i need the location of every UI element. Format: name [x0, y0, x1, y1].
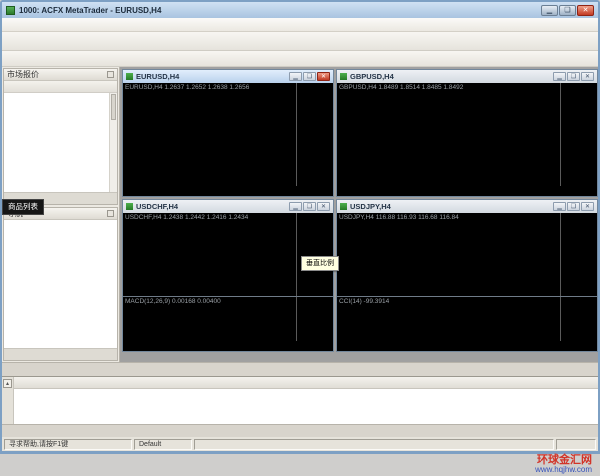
- menu-bar: [2, 18, 598, 32]
- app-icon: [6, 6, 15, 15]
- status-empty-segment: [194, 439, 554, 450]
- scrollbar[interactable]: [109, 93, 117, 192]
- chart-restore-button[interactable]: ❑: [567, 72, 580, 81]
- symbols-list-tooltip: 商品列表: [2, 199, 44, 215]
- market-watch-title-label: 市场报价: [7, 69, 39, 80]
- terminal-side-strip: ▴: [2, 377, 14, 424]
- collapse-button[interactable]: ▴: [3, 379, 12, 388]
- chart-close-button[interactable]: ✕: [581, 72, 594, 81]
- chart-icon: [340, 73, 347, 80]
- chart-window-titlebar[interactable]: USDJPY,H4 ▁ ❑ ✕: [337, 200, 597, 213]
- ohlc-readout: USDCHF,H4 1.2438 1.2442 1.2416 1.2434: [125, 214, 248, 221]
- indicator-readout: MACD(12,26,9) 0.00168 0.00400: [125, 298, 221, 305]
- chart-window-title: USDCHF,H4: [136, 202, 286, 211]
- desktop-background: 环球金汇网 www.hqjhw.com: [0, 454, 600, 476]
- chart-close-button[interactable]: ✕: [317, 72, 330, 81]
- candlestick-chart[interactable]: USDJPY,H4 116.88 116.93 116.68 116.84: [337, 213, 560, 296]
- candlestick-chart[interactable]: USDCHF,H4 1.2438 1.2442 1.2416 1.2434: [123, 213, 296, 296]
- toolbar-drawing: [2, 51, 598, 67]
- chart-tab-bar: [2, 362, 598, 376]
- price-axis[interactable]: [560, 83, 597, 186]
- status-profile[interactable]: Default: [134, 439, 192, 450]
- chart-window-usdjpy[interactable]: USDJPY,H4 ▁ ❑ ✕ USDJPY,H4 116.88 116.93 …: [336, 199, 598, 352]
- chart-window-titlebar[interactable]: USDCHF,H4 ▁ ❑ ✕: [123, 200, 333, 213]
- navigator-tabs: [4, 348, 117, 360]
- chart-restore-button[interactable]: ❑: [567, 202, 580, 211]
- chart-minimize-button[interactable]: ▁: [289, 202, 302, 211]
- navigator-tree: [4, 220, 117, 348]
- ohlc-readout: EURUSD,H4 1.2637 1.2652 1.2638 1.2656: [125, 84, 249, 91]
- price-axis[interactable]: [296, 213, 333, 296]
- indicator-readout: CCI(14) -99.3914: [339, 298, 389, 305]
- chart-close-button[interactable]: ✕: [581, 202, 594, 211]
- ohlc-readout: GBPUSD,H4 1.8489 1.8514 1.8485 1.8492: [339, 84, 463, 91]
- market-watch-panel: 市场报价: [3, 68, 118, 205]
- ohlc-readout: USDJPY,H4 116.88 116.93 116.68 116.84: [339, 214, 459, 221]
- status-help-text: 寻求帮助,请按F1键: [4, 439, 132, 450]
- mailbox-panel: ▴: [2, 376, 598, 424]
- mailbox-header: [14, 377, 598, 389]
- chart-window-usdchf[interactable]: USDCHF,H4 ▁ ❑ ✕ USDCHF,H4 1.2438 1.2442 …: [122, 199, 334, 352]
- vertical-scale-tooltip: 垂直比例: [301, 256, 339, 271]
- macd-indicator[interactable]: MACD(12,26,9) 0.00168 0.00400: [123, 297, 296, 341]
- chart-window-title: EURUSD,H4: [136, 72, 286, 81]
- close-button[interactable]: ✕: [577, 5, 594, 16]
- chart-icon: [126, 203, 133, 210]
- chart-minimize-button[interactable]: ▁: [553, 72, 566, 81]
- main-area: 市场报价 导航: [2, 67, 598, 362]
- title-bar[interactable]: 1000: ACFX MetaTrader - EURUSD,H4 ▁ ❑ ✕: [2, 2, 598, 18]
- candlestick-chart[interactable]: GBPUSD,H4 1.8489 1.8514 1.8485 1.8492: [337, 83, 560, 186]
- price-axis[interactable]: [560, 213, 597, 296]
- panel-menu-icon[interactable]: [107, 71, 114, 78]
- time-axis[interactable]: [123, 341, 296, 351]
- maximize-button[interactable]: ❑: [559, 5, 576, 16]
- screen: 1000: ACFX MetaTrader - EURUSD,H4 ▁ ❑ ✕ …: [0, 0, 600, 476]
- time-axis[interactable]: [337, 341, 560, 351]
- chart-window-gbpusd[interactable]: GBPUSD,H4 ▁ ❑ ✕ GBPUSD,H4 1.8489 1.8514 …: [336, 69, 598, 197]
- status-bar: 寻求帮助,请按F1键 Default: [2, 437, 598, 451]
- scrollbar-thumb[interactable]: [111, 94, 116, 120]
- chart-workspace: EURUSD,H4 ▁ ❑ ✕ EURUSD,H4 1.2637 1.2652 …: [120, 67, 598, 362]
- cci-indicator[interactable]: CCI(14) -99.3914: [337, 297, 560, 341]
- chart-window-eurusd[interactable]: EURUSD,H4 ▁ ❑ ✕ EURUSD,H4 1.2637 1.2652 …: [122, 69, 334, 197]
- chart-minimize-button[interactable]: ▁: [553, 202, 566, 211]
- chart-restore-button[interactable]: ❑: [303, 72, 316, 81]
- metatrader-window: 1000: ACFX MetaTrader - EURUSD,H4 ▁ ❑ ✕ …: [0, 0, 600, 454]
- toolbar-standard: [2, 32, 598, 51]
- terminal-tab-bar: [2, 424, 598, 437]
- navigator-panel: 导航: [3, 207, 118, 361]
- price-axis[interactable]: [296, 83, 333, 186]
- chart-window-titlebar[interactable]: EURUSD,H4 ▁ ❑ ✕: [123, 70, 333, 83]
- status-empty-segment: [556, 439, 596, 450]
- chart-window-titlebar[interactable]: GBPUSD,H4 ▁ ❑ ✕: [337, 70, 597, 83]
- panel-menu-icon[interactable]: [107, 210, 114, 217]
- market-watch-title: 市场报价: [4, 69, 117, 81]
- watermark: 环球金汇网 www.hqjhw.com: [535, 455, 592, 474]
- chart-icon: [126, 73, 133, 80]
- chart-icon: [340, 203, 347, 210]
- window-title: 1000: ACFX MetaTrader - EURUSD,H4: [19, 6, 537, 15]
- indicator-axis[interactable]: [296, 297, 333, 341]
- chart-restore-button[interactable]: ❑: [303, 202, 316, 211]
- chart-window-title: USDJPY,H4: [350, 202, 550, 211]
- candlestick-chart[interactable]: EURUSD,H4 1.2637 1.2652 1.2638 1.2656: [123, 83, 296, 186]
- market-watch-rows: [4, 93, 117, 192]
- chart-minimize-button[interactable]: ▁: [289, 72, 302, 81]
- time-axis[interactable]: [123, 186, 296, 196]
- indicator-axis[interactable]: [560, 297, 597, 341]
- chart-window-title: GBPUSD,H4: [350, 72, 550, 81]
- watermark-site-url: www.hqjhw.com: [535, 466, 592, 474]
- chart-close-button[interactable]: ✕: [317, 202, 330, 211]
- minimize-button[interactable]: ▁: [541, 5, 558, 16]
- time-axis[interactable]: [337, 186, 560, 196]
- market-watch-header: [4, 81, 117, 93]
